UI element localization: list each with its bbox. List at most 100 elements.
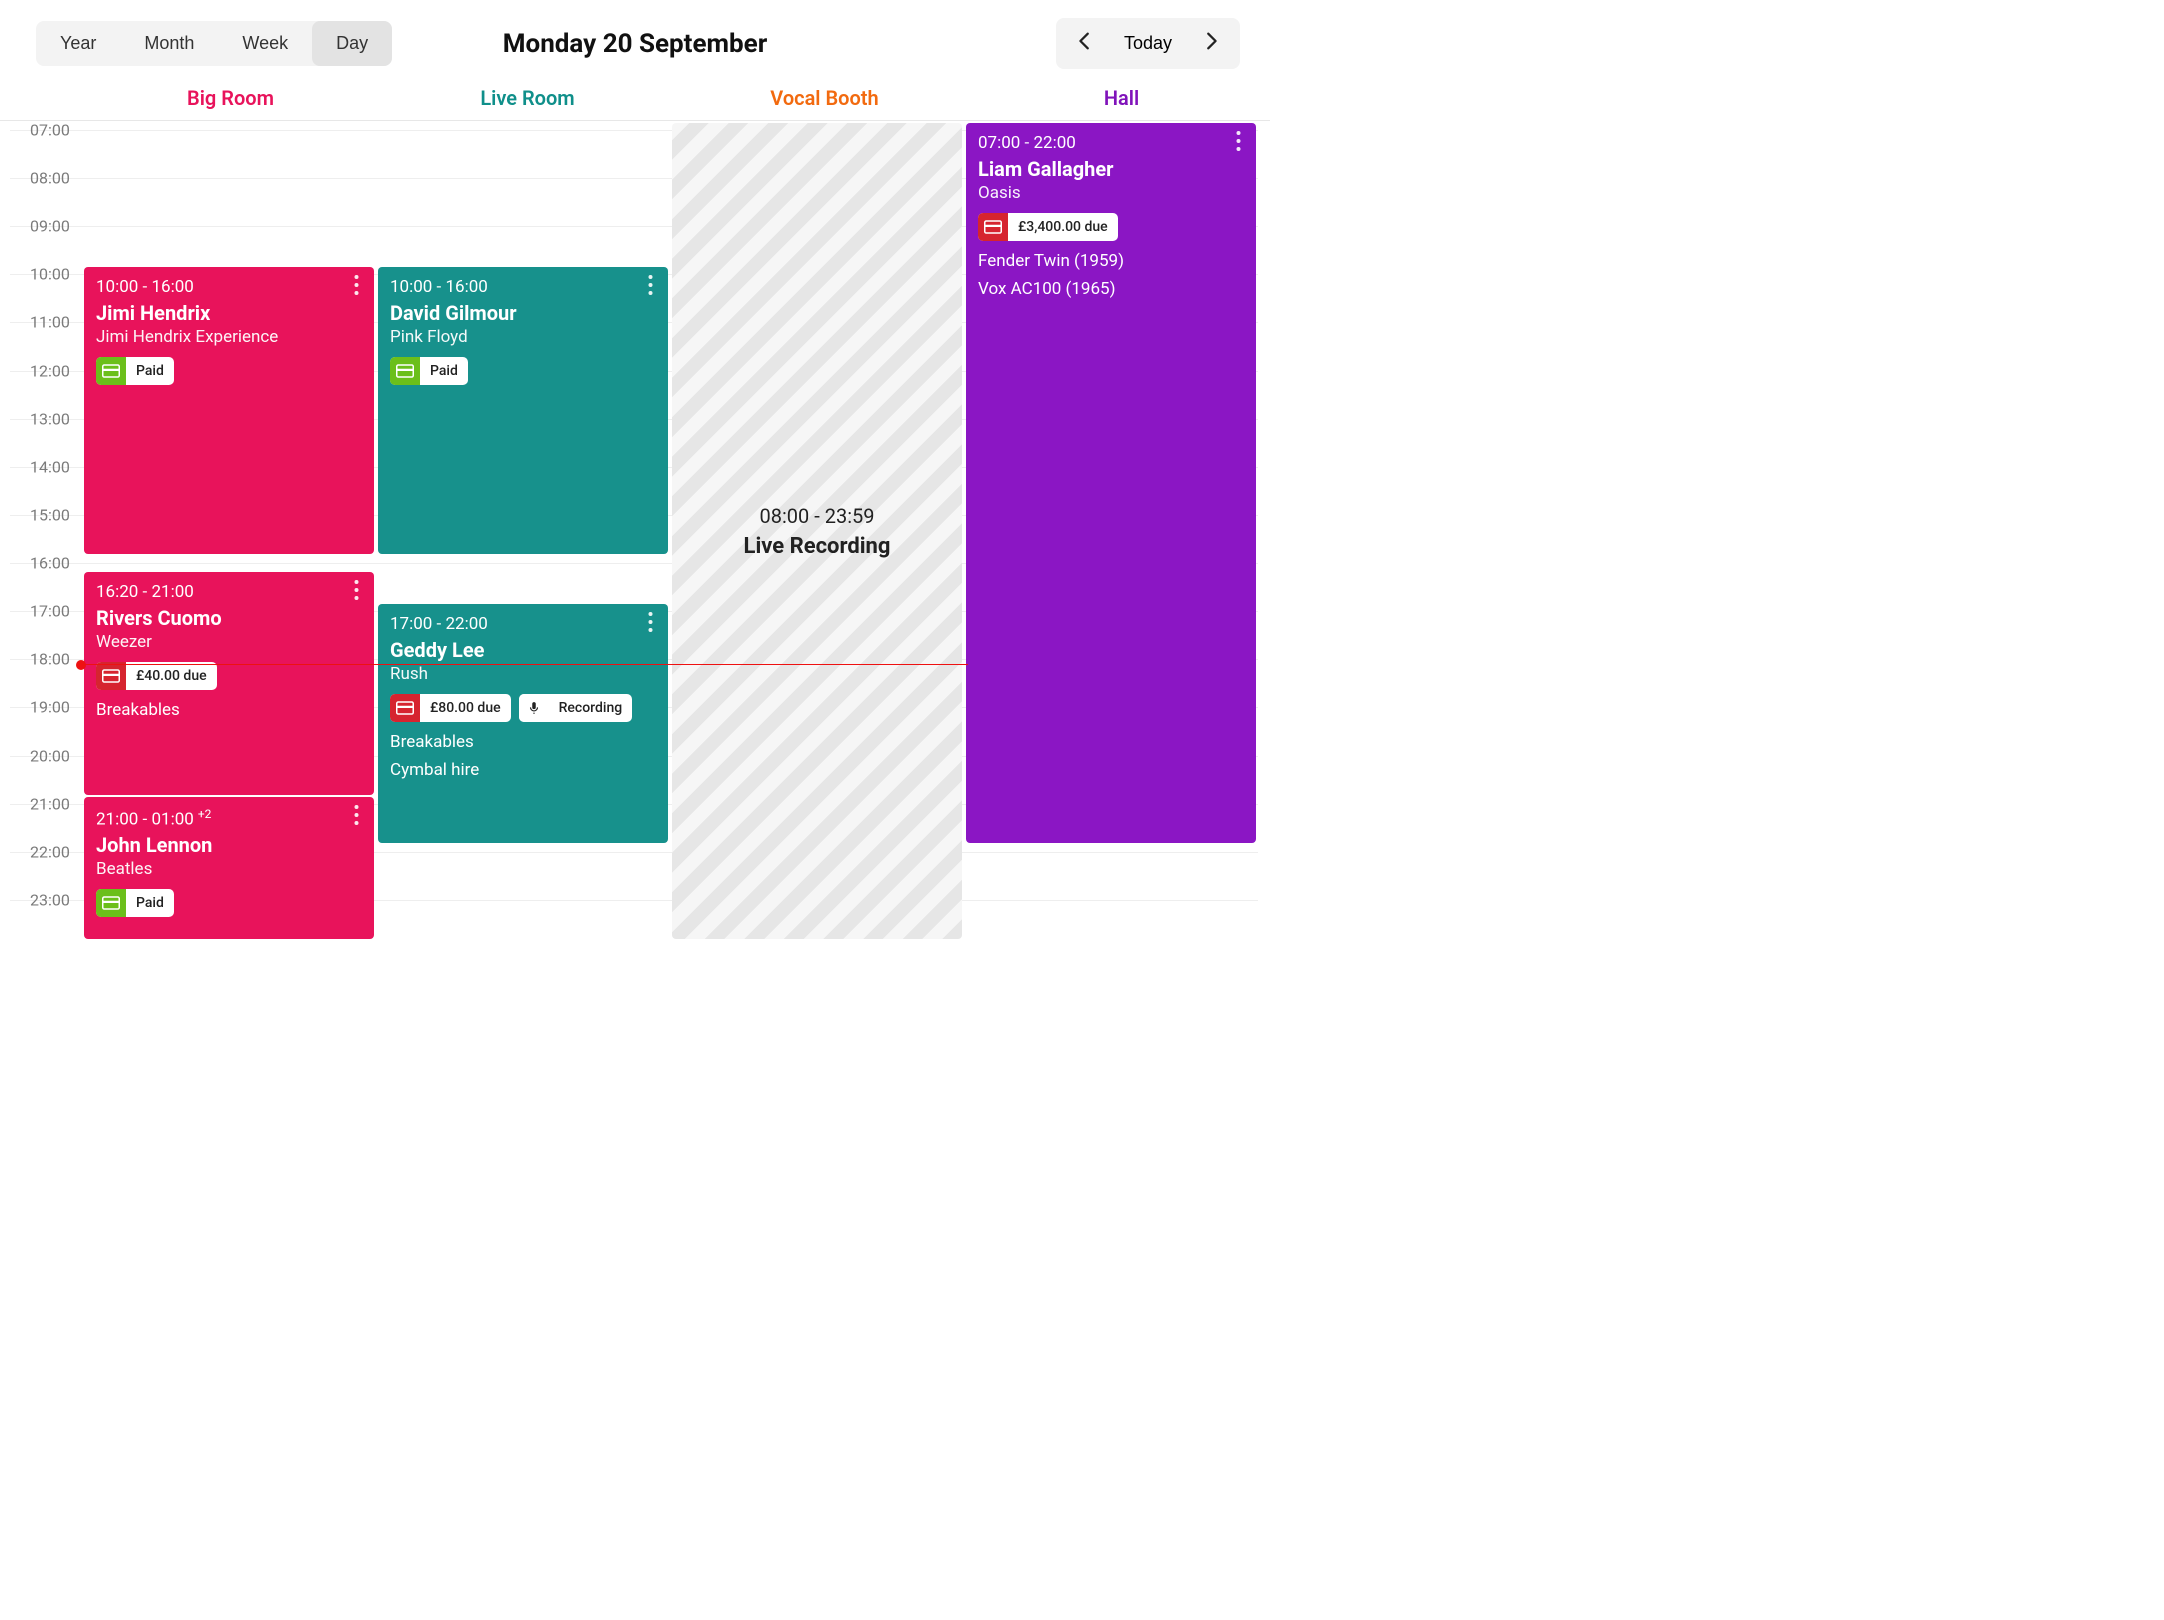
card-icon bbox=[96, 889, 126, 917]
mic-icon bbox=[519, 694, 549, 722]
more-vertical-icon bbox=[354, 580, 359, 604]
prev-day-button[interactable] bbox=[1060, 22, 1110, 65]
event-extra-item: Cymbal hire bbox=[390, 758, 656, 784]
hour-label: 17:00 bbox=[30, 602, 70, 621]
hour-label: 08:00 bbox=[30, 169, 70, 188]
event-card[interactable]: 17:00 - 22:00Geddy LeeRush£80.00 dueReco… bbox=[378, 604, 668, 843]
event-time: 10:00 - 16:00 bbox=[390, 277, 656, 297]
today-button[interactable]: Today bbox=[1110, 25, 1186, 62]
event-title: Geddy Lee bbox=[390, 638, 656, 662]
next-day-button[interactable] bbox=[1186, 22, 1236, 65]
event-extras: Fender Twin (1959)Vox AC100 (1965) bbox=[978, 249, 1244, 302]
col-live[interactable]: 10:00 - 16:00 David GilmourPink Floyd Paid… bbox=[376, 120, 670, 938]
event-title: Jimi Hendrix bbox=[96, 301, 362, 325]
event-menu-button[interactable] bbox=[1228, 131, 1248, 155]
blocked-slot[interactable]: 08:00 - 23:59 Live Recording bbox=[672, 123, 962, 939]
arrow-left-icon bbox=[1074, 30, 1096, 57]
paid-badge: Paid bbox=[390, 357, 468, 385]
view-day[interactable]: Day bbox=[312, 21, 392, 66]
event-menu-button[interactable] bbox=[346, 580, 366, 604]
event-title: David Gilmour bbox=[390, 301, 656, 325]
col-header-vocal[interactable]: Vocal Booth bbox=[676, 86, 973, 120]
event-badges: £40.00 due bbox=[96, 662, 362, 690]
block-label: Live Recording bbox=[744, 534, 891, 559]
event-menu-button[interactable] bbox=[640, 612, 660, 636]
column-headers: Big Room Live Room Vocal Booth Hall bbox=[0, 86, 1270, 121]
event-card[interactable]: 10:00 - 16:00Jimi HendrixJimi Hendrix Ex… bbox=[84, 267, 374, 554]
event-card[interactable]: 07:00 - 22:00Liam GallagherOasis£3,400.0… bbox=[966, 123, 1256, 843]
event-card[interactable]: 21:00 - 01:00+2 John LennonBeatles Paid bbox=[84, 797, 374, 939]
view-year[interactable]: Year bbox=[36, 21, 120, 66]
event-extra-item: Vox AC100 (1965) bbox=[978, 277, 1244, 303]
event-overflow-count: +2 bbox=[198, 807, 212, 821]
event-menu-button[interactable] bbox=[346, 805, 366, 829]
event-badges: Paid bbox=[390, 357, 656, 385]
date-nav: Today bbox=[1056, 18, 1240, 69]
card-icon bbox=[96, 662, 126, 690]
event-time: 16:20 - 21:00 bbox=[96, 582, 362, 602]
event-subtitle: Beatles bbox=[96, 859, 362, 879]
badge-text: Paid bbox=[126, 895, 174, 911]
block-time: 08:00 - 23:59 bbox=[759, 504, 874, 528]
event-badges: Paid bbox=[96, 357, 362, 385]
hour-label: 14:00 bbox=[30, 457, 70, 476]
col-big[interactable]: 10:00 - 16:00Jimi HendrixJimi Hendrix Ex… bbox=[82, 120, 376, 938]
paid-badge: Paid bbox=[96, 357, 174, 385]
view-month[interactable]: Month bbox=[120, 21, 218, 66]
due-badge: £80.00 due bbox=[390, 694, 511, 722]
more-vertical-icon bbox=[354, 805, 359, 829]
col-header-live[interactable]: Live Room bbox=[379, 86, 676, 120]
event-subtitle: Pink Floyd bbox=[390, 327, 656, 347]
event-extras: Breakables bbox=[96, 698, 362, 724]
event-time: 07:00 - 22:00 bbox=[978, 133, 1244, 153]
topbar: Year Month Week Day Monday 20 September … bbox=[0, 0, 1270, 79]
event-subtitle: Rush bbox=[390, 664, 656, 684]
badge-text: £3,400.00 due bbox=[1008, 219, 1118, 235]
due-badge: £40.00 due bbox=[96, 662, 217, 690]
hour-labels: 07:0008:0009:0010:0011:0012:0013:0014:00… bbox=[0, 120, 82, 938]
event-menu-button[interactable] bbox=[346, 275, 366, 299]
card-icon bbox=[96, 357, 126, 385]
view-week[interactable]: Week bbox=[218, 21, 312, 66]
event-menu-button[interactable] bbox=[640, 275, 660, 299]
hour-label: 16:00 bbox=[30, 554, 70, 573]
event-extra-item: Breakables bbox=[96, 698, 362, 724]
badge-text: Recording bbox=[549, 700, 633, 716]
card-icon bbox=[390, 357, 420, 385]
badge-text: £40.00 due bbox=[126, 668, 217, 684]
hour-label: 10:00 bbox=[30, 265, 70, 284]
event-title: Rivers Cuomo bbox=[96, 606, 362, 630]
tag-badge: Recording bbox=[519, 694, 633, 722]
view-switcher: Year Month Week Day bbox=[36, 21, 392, 66]
card-icon bbox=[390, 694, 420, 722]
event-card[interactable]: 10:00 - 16:00 David GilmourPink Floyd Paid bbox=[378, 267, 668, 554]
hour-label: 19:00 bbox=[30, 698, 70, 717]
event-time: 21:00 - 01:00+2 bbox=[96, 807, 362, 830]
more-vertical-icon bbox=[648, 612, 653, 636]
hour-label: 13:00 bbox=[30, 409, 70, 428]
more-vertical-icon bbox=[354, 275, 359, 299]
hour-label: 07:00 bbox=[30, 121, 70, 140]
hour-label: 09:00 bbox=[30, 217, 70, 236]
event-badges: £3,400.00 due bbox=[978, 213, 1244, 241]
col-hall[interactable]: 07:00 - 22:00Liam GallagherOasis£3,400.0… bbox=[964, 120, 1258, 938]
event-badges: Paid bbox=[96, 889, 362, 917]
more-vertical-icon bbox=[648, 275, 653, 299]
col-vocal[interactable]: 08:00 - 23:59 Live Recording bbox=[670, 120, 964, 938]
event-card[interactable]: 16:20 - 21:00Rivers CuomoWeezer£40.00 du… bbox=[84, 572, 374, 795]
arrow-right-icon bbox=[1200, 30, 1222, 57]
day-grid: 07:0008:0009:0010:0011:0012:0013:0014:00… bbox=[0, 120, 1258, 938]
event-title: John Lennon bbox=[96, 833, 362, 857]
event-subtitle: Jimi Hendrix Experience bbox=[96, 327, 362, 347]
hour-label: 12:00 bbox=[30, 361, 70, 380]
columns: 10:00 - 16:00 Jimi HendrixJimi Hendrix Ex… bbox=[82, 120, 1258, 938]
badge-text: Paid bbox=[126, 363, 174, 379]
col-header-hall[interactable]: Hall bbox=[973, 86, 1270, 120]
hour-label: 22:00 bbox=[30, 842, 70, 861]
col-header-big[interactable]: Big Room bbox=[82, 86, 379, 120]
hour-label: 23:00 bbox=[30, 890, 70, 909]
event-extra-item: Fender Twin (1959) bbox=[978, 249, 1244, 275]
card-icon bbox=[978, 213, 1008, 241]
event-title: Liam Gallagher bbox=[978, 157, 1244, 181]
event-extras: BreakablesCymbal hire bbox=[390, 730, 656, 783]
